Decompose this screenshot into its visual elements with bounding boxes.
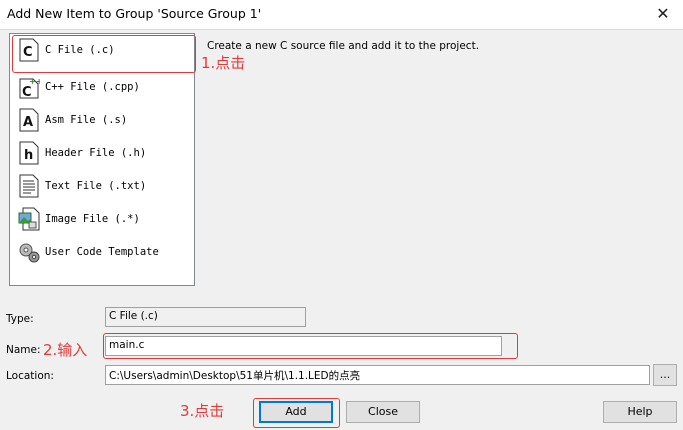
browse-button[interactable]: ...	[653, 364, 677, 386]
location-label: Location:	[6, 370, 54, 382]
location-input[interactable]: C:\Users\admin\Desktop\51单片机\1.1.LED的点亮	[105, 365, 650, 385]
user-code-template-icon	[19, 243, 40, 263]
cpp-file-icon: C ++	[19, 77, 40, 99]
annotation-step1: 1.点击	[201, 54, 246, 72]
list-item-header-file[interactable]: h Header File (.h)	[15, 139, 193, 167]
annotation-step2: 2.输入	[43, 341, 88, 359]
help-button[interactable]: Help	[603, 401, 677, 423]
svg-text:++: ++	[29, 77, 40, 86]
close-button[interactable]: Close	[346, 401, 420, 423]
close-window-icon[interactable]: ✕	[653, 4, 673, 24]
text-file-icon	[19, 174, 39, 198]
header-file-icon: h	[19, 141, 39, 165]
list-item-label: Text File (.txt)	[45, 180, 147, 192]
list-item-label: Image File (.*)	[45, 213, 140, 225]
name-label: Name:	[6, 344, 41, 356]
type-field: C File (.c)	[105, 307, 306, 327]
annotation-box-step2	[103, 333, 518, 359]
asm-file-icon: A	[19, 108, 39, 132]
image-file-icon	[18, 207, 40, 231]
list-item-label: User Code Template	[45, 246, 159, 258]
type-label: Type:	[6, 313, 34, 325]
list-item-label: Asm File (.s)	[45, 114, 128, 126]
list-item-text-file[interactable]: Text File (.txt)	[15, 172, 193, 200]
title-bar: Add New Item to Group 'Source Group 1' ✕	[0, 0, 683, 29]
svg-text:h: h	[24, 148, 33, 163]
annotation-step3: 3.点击	[180, 402, 225, 420]
list-item-cpp-file[interactable]: C ++ C++ File (.cpp)	[15, 73, 193, 101]
list-item-image-file[interactable]: Image File (.*)	[15, 205, 193, 233]
annotation-box-step1	[12, 35, 196, 73]
svg-text:C: C	[22, 85, 32, 99]
list-item-label: C++ File (.cpp)	[45, 81, 140, 93]
annotation-box-step3	[253, 398, 340, 428]
list-item-user-code-template[interactable]: User Code Template	[15, 238, 193, 266]
item-description: Create a new C source file and add it to…	[207, 40, 480, 52]
window-title: Add New Item to Group 'Source Group 1'	[7, 6, 262, 21]
svg-text:A: A	[23, 115, 33, 130]
list-item-label: Header File (.h)	[45, 147, 147, 159]
list-item-asm-file[interactable]: A Asm File (.s)	[15, 106, 193, 134]
